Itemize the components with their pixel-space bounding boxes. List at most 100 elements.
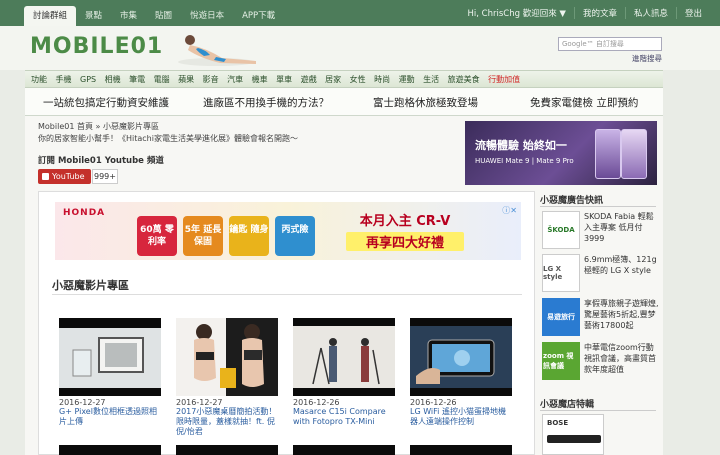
promo-badge-2: 5年 延長保固 <box>183 216 223 256</box>
promo-link-3[interactable]: 富士跑格休旅極致登場 <box>373 95 478 110</box>
sidebar-ad-text[interactable]: SKODA Fabia 輕鬆入主專案 低月付3999 <box>584 211 660 244</box>
section-title: 小惡魔影片專區 <box>52 279 129 292</box>
youtube-subscriber-count: 999+ <box>92 169 118 184</box>
honda-logo: HONDA <box>63 208 106 218</box>
tab-japan[interactable]: 悅遊日本 <box>181 6 233 26</box>
video-thumbnail[interactable] <box>59 445 161 455</box>
video-thumbnail[interactable] <box>293 318 395 396</box>
nav-item-camera[interactable]: 相機 <box>105 74 121 85</box>
nav-item-home[interactable]: 居家 <box>325 74 341 85</box>
video-card[interactable]: 2016-12-27 2017小惡魔桌曆簡拍活動！限時限量，蓋樣就抽！ft. 倪… <box>176 318 278 437</box>
nav-item-computer[interactable]: 電腦 <box>154 74 170 85</box>
video-date: 2016-12-26 <box>410 398 457 407</box>
promo-link-4[interactable]: 免費家電健檢 立即預約 <box>530 95 638 110</box>
sidebar-ad-item[interactable]: zoom 視訊會議 中華電信zoom行動視訊會議，高畫質首款年度超值 <box>542 342 658 380</box>
thumb-image <box>293 326 395 388</box>
nav-item-women[interactable]: 女性 <box>350 74 366 85</box>
honda-headline-2: 再享四大好禮 <box>346 232 464 251</box>
nav-item-car[interactable]: 汽車 <box>227 74 243 85</box>
tab-app[interactable]: APP下載 <box>233 6 284 26</box>
nav-item-phone[interactable]: 手機 <box>56 74 72 85</box>
video-date: 2016-12-27 <box>176 398 223 407</box>
nav-item-bicycle[interactable]: 單車 <box>276 74 292 85</box>
sidebar-divider <box>540 410 656 411</box>
nav-item-life[interactable]: 生活 <box>423 74 439 85</box>
nav-item-sports[interactable]: 運動 <box>399 74 415 85</box>
breadcrumb[interactable]: Mobile01 首頁 » 小惡魔影片專區 <box>38 121 159 132</box>
honda-headline-1: 本月入主 CR-V <box>359 214 451 229</box>
youtube-subscribe-button[interactable]: YouTube <box>38 169 91 184</box>
tab-stickers[interactable]: 貼圖 <box>146 6 181 26</box>
video-card[interactable]: 2016-12-26 LG WiFi 遙控小猫蛋掃地機器人遠端操作控制 <box>410 318 512 427</box>
honda-headline: 本月入主 CR-V 再享四大好禮 <box>346 210 464 254</box>
huawei-subline: HUAWEI Mate 9 | Mate 9 Pro <box>475 157 574 165</box>
video-thumbnail[interactable] <box>410 318 512 396</box>
nav-item-gps[interactable]: GPS <box>80 75 96 84</box>
user-greeting-link[interactable]: Hi, ChrisChg 歡迎回來 ▼ <box>460 7 574 19</box>
video-thumbnail[interactable] <box>176 318 278 396</box>
sidebar-ad-item[interactable]: LG X style 6.9mm極簿、121g極輕的 LG X style <box>542 254 658 292</box>
video-thumbnail[interactable] <box>176 445 278 455</box>
promo-badge-4: 丙式險 <box>275 216 315 256</box>
main-panel: HONDA 60萬 零利率 5年 延長保固 鑰匙 隨身 丙式險 本月入主 CR-… <box>38 191 535 455</box>
tab-spots[interactable]: 景點 <box>76 6 111 26</box>
video-thumbnail[interactable] <box>59 318 161 396</box>
ad-close-icon[interactable]: ⓘ✕ <box>502 205 517 216</box>
nav-item-av[interactable]: 影音 <box>203 74 219 85</box>
nav-item-apple[interactable]: 蘋果 <box>178 74 194 85</box>
site-logo[interactable]: MOBILE01 <box>30 34 163 59</box>
my-posts-link[interactable]: 我的文章 <box>573 7 625 19</box>
zoom-logo: zoom 視訊會議 <box>542 342 580 380</box>
bose-product-image[interactable]: BOSE <box>542 414 604 455</box>
phone-image <box>595 129 621 179</box>
user-menu: Hi, ChrisChg 歡迎回來 ▼ 我的文章 私人訊息 登出 <box>460 0 710 26</box>
promo-link-1[interactable]: 一站統包搞定行動資安維護 <box>43 95 169 110</box>
honda-banner-ad[interactable]: HONDA 60萬 零利率 5年 延長保固 鑰匙 隨身 丙式險 本月入主 CR-… <box>55 202 521 260</box>
content-area: Mobile01 首頁 » 小惡魔影片專區 你的居家智能小幫手！《Hitachi… <box>25 116 663 455</box>
youtube-play-icon <box>42 173 49 180</box>
promo-link-2[interactable]: 進廠區不用換手機的方法？ <box>203 95 329 110</box>
video-thumbnail[interactable] <box>293 445 395 455</box>
subscribe-heading: 訂閱 Mobile01 Youtube 頻道 <box>38 156 164 166</box>
sidebar-ad-text[interactable]: 6.9mm極簿、121g極輕的 LG X style <box>584 254 660 276</box>
soundbar-image <box>547 435 601 443</box>
video-title[interactable]: G+ Pixel數位相框透過照相片上傳 <box>59 407 161 427</box>
tab-forum[interactable]: 討論群組 <box>24 6 77 26</box>
youtube-label: YouTube <box>52 172 85 181</box>
video-thumbnail[interactable] <box>410 445 512 455</box>
sidebar-title-ads: 小惡魔廣告快訊 <box>540 196 604 206</box>
video-title[interactable]: Masarce C15i Compare with Fotopro TX-Min… <box>293 407 395 427</box>
video-date: 2016-12-27 <box>59 398 106 407</box>
tab-market[interactable]: 市集 <box>111 6 146 26</box>
sidebar-ad-item[interactable]: ŠKODA SKODA Fabia 輕鬆入主專案 低月付3999 <box>542 211 658 249</box>
video-title[interactable]: LG WiFi 遙控小猫蛋掃地機器人遠端操作控制 <box>410 407 512 427</box>
nav-item-travel-food[interactable]: 旅遊美食 <box>448 74 480 85</box>
video-card[interactable]: 2016-12-27 G+ Pixel數位相框透過照相片上傳 <box>59 318 161 427</box>
nav-item-notebook[interactable]: 筆電 <box>129 74 145 85</box>
nav-item-motorcycle[interactable]: 機車 <box>252 74 268 85</box>
logout-link[interactable]: 登出 <box>675 7 710 19</box>
section-divider <box>52 294 522 295</box>
huawei-banner-ad[interactable]: 流暢體驗 始終如一 HUAWEI Mate 9 | Mate 9 Pro <box>465 121 657 185</box>
promo-bar: 一站統包搞定行動資安維護 進廠區不用換手機的方法？ 富士跑格休旅極致登場 免費家… <box>25 88 663 116</box>
video-title[interactable]: 2017小惡魔桌曆簡拍活動！限時限量，蓋樣就抽！ft. 倪倪/怡君 <box>176 407 278 437</box>
promo-badge-1: 60萬 零利率 <box>137 216 177 256</box>
video-card[interactable]: 2016-12-26 Masarce C15i Compare with Fot… <box>293 318 395 427</box>
nav-item-mobile-value[interactable]: 行動加值 <box>488 74 520 85</box>
private-messages-link[interactable]: 私人訊息 <box>624 7 676 19</box>
bose-logo: BOSE <box>547 419 569 427</box>
google-search-input[interactable]: Google™ 自訂搜尋 <box>558 37 662 51</box>
right-sidebar: 小惡魔廣告快訊 ŠKODA SKODA Fabia 輕鬆入主專案 低月付3999… <box>538 191 660 455</box>
sidebar-ad-item[interactable]: 易遊旅行 享假專旅親子遊輝煌,驚屋藝術5折起,豐梦藝術17800起 <box>542 298 660 336</box>
sidebar-ad-text[interactable]: 中華電信zoom行動視訊會議，高畫質首款年度超值 <box>584 342 660 375</box>
thumb-image <box>59 328 161 388</box>
skoda-logo: ŠKODA <box>542 211 580 249</box>
sidebar-ad-text[interactable]: 享假專旅親子遊輝煌,驚屋藝術5折起,豐梦藝術17800起 <box>584 298 660 331</box>
nav-item-games[interactable]: 遊戲 <box>301 74 317 85</box>
phone-image <box>621 129 647 179</box>
nav-item-fashion[interactable]: 時尚 <box>374 74 390 85</box>
event-notice-link[interactable]: 你的居家智能小幫手！《Hitachi家電生活美學進化展》體驗會報名開跑～ <box>38 133 298 144</box>
lg-logo: LG X style <box>542 254 580 292</box>
promo-badge-3: 鑰匙 隨身 <box>229 216 269 256</box>
advanced-search-link[interactable]: 進階搜尋 <box>632 53 662 64</box>
